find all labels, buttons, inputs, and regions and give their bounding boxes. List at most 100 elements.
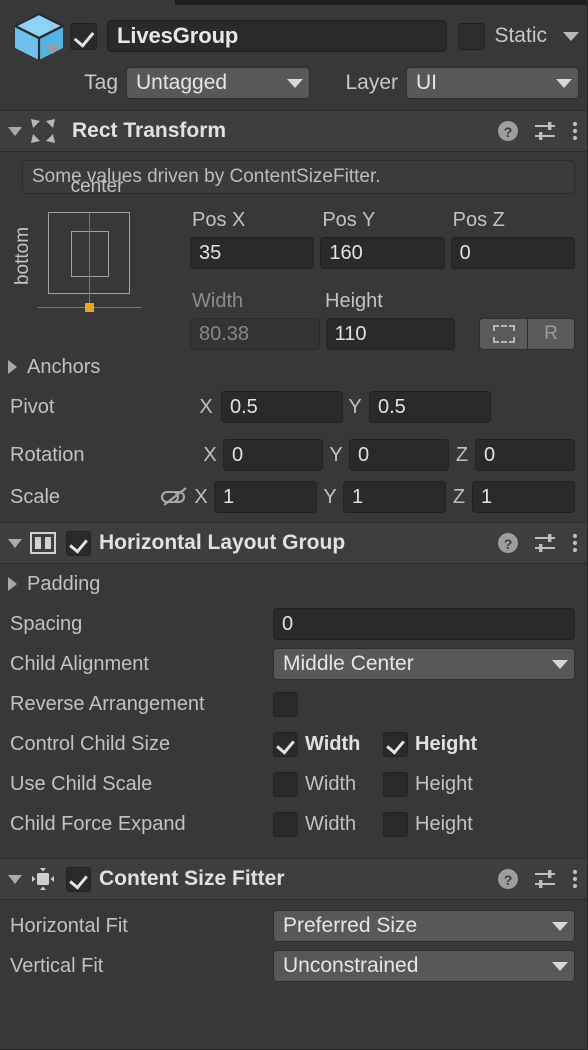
pos-z-label: Pos Z (452, 209, 505, 231)
chevron-down-icon (552, 921, 568, 931)
help-icon[interactable]: ? (497, 868, 519, 890)
rect-mode-buttons: R (455, 318, 576, 350)
rotation-label: Rotation (10, 443, 85, 466)
content-size-fitter-header[interactable]: Content Size Fitter ? (0, 858, 587, 900)
horizontal-fit-label: Horizontal Fit (10, 914, 128, 937)
child-force-expand-height-checkbox[interactable] (383, 811, 408, 837)
pivot-y-value: 0.5 (378, 395, 406, 418)
rotation-x-input[interactable]: 0 (223, 439, 323, 471)
use-child-scale-height-label: Height (415, 772, 473, 795)
pos-y-input[interactable]: 160 (320, 237, 445, 269)
content-size-fitter-foldout[interactable] (4, 858, 26, 900)
pivot-row: Pivot X 0.5 Y 0.5 (0, 386, 587, 428)
pivot-x-input[interactable]: 0.5 (221, 391, 343, 423)
gameobject-enabled-checkbox[interactable] (70, 22, 97, 50)
control-child-size-height-checkbox[interactable] (383, 731, 408, 757)
scale-z-input[interactable]: 1 (472, 481, 575, 513)
pos-z-input[interactable]: 0 (450, 237, 575, 269)
child-alignment-dropdown[interactable]: Middle Center (273, 648, 575, 680)
scale-y-input[interactable]: 1 (343, 481, 446, 513)
control-child-size-width-checkbox[interactable] (273, 731, 298, 757)
spacing-input[interactable]: 0 (273, 608, 575, 640)
width-label: Width (192, 290, 244, 312)
padding-foldout-row[interactable]: Padding (0, 564, 587, 604)
preset-sliders-icon[interactable] (533, 532, 557, 554)
pivot-x-axis: X (199, 395, 213, 418)
horizontal-layout-group-tools: ? (497, 532, 579, 554)
use-child-scale-width-checkbox[interactable] (273, 771, 298, 797)
width-input[interactable]: 80.38 (190, 318, 320, 350)
static-dropdown-caret-icon[interactable] (563, 31, 579, 41)
horizontal-layout-group-enabled-checkbox[interactable] (66, 530, 91, 556)
use-child-scale-row: Use Child Scale Width Height (0, 764, 587, 804)
scale-z-value: 1 (481, 485, 493, 508)
horizontal-layout-group-header[interactable]: Horizontal Layout Group ? (0, 522, 587, 564)
layer-label: Layer (345, 71, 398, 94)
horizontal-layout-group-foldout[interactable] (4, 522, 26, 564)
control-child-size-width-label: Width (305, 732, 361, 755)
anchor-preset-outer-rect (38, 212, 142, 312)
child-force-expand-row: Child Force Expand Width Height (0, 804, 587, 844)
pivot-y-input[interactable]: 0.5 (369, 391, 491, 423)
vertical-fit-dropdown[interactable]: Unconstrained (273, 950, 575, 982)
link-off-icon[interactable] (160, 485, 190, 509)
raw-mode-label: R (544, 323, 558, 344)
anchor-preset-side-label: bottom (12, 226, 33, 286)
content-size-fitter-enabled-checkbox[interactable] (66, 866, 91, 892)
preset-sliders-icon[interactable] (533, 120, 557, 142)
spacing-row: Spacing 0 (0, 604, 587, 644)
size-headers: Width Height (190, 279, 575, 313)
rotation-x-axis: X (203, 443, 217, 466)
anchors-foldout-row[interactable]: Anchors (0, 348, 587, 386)
rect-transform-foldout[interactable] (4, 110, 26, 152)
gameobject-icon-group[interactable] (8, 12, 70, 60)
child-force-expand-width-checkbox[interactable] (273, 811, 298, 837)
horizontal-fit-row: Horizontal Fit Preferred Size (0, 906, 587, 946)
rect-transform-tools: ? (497, 120, 579, 142)
gameobject-name-input[interactable]: LivesGroup (107, 20, 448, 52)
scale-x-axis: X (194, 485, 208, 508)
use-child-scale-height-checkbox[interactable] (383, 771, 408, 797)
raw-mode-button[interactable]: R (527, 318, 576, 350)
help-icon[interactable]: ? (497, 120, 519, 142)
anchor-preset-widget[interactable]: center bottom (12, 176, 164, 330)
height-input[interactable]: 110 (325, 318, 456, 350)
tag-label: Tag (84, 71, 118, 94)
child-alignment-row: Child Alignment Middle Center (0, 644, 587, 684)
reverse-arrangement-checkbox[interactable] (273, 691, 298, 717)
icon-dropdown-caret-icon[interactable] (46, 46, 60, 54)
tag-dropdown[interactable]: Untagged (126, 67, 310, 99)
preset-sliders-icon[interactable] (533, 868, 557, 890)
rotation-z-input[interactable]: 0 (475, 439, 575, 471)
horizontal-fit-dropdown[interactable]: Preferred Size (273, 910, 575, 942)
scale-x-input[interactable]: 1 (214, 481, 317, 513)
pos-x-input[interactable]: 35 (190, 237, 315, 269)
pos-y-value: 160 (329, 241, 363, 264)
kebab-menu-icon[interactable] (571, 532, 579, 554)
kebab-menu-icon[interactable] (571, 868, 579, 890)
rect-transform-header[interactable]: Rect Transform ? (0, 110, 587, 152)
chevron-down-icon (552, 961, 568, 971)
static-checkbox[interactable] (458, 22, 486, 50)
blueprint-mode-button[interactable] (479, 318, 528, 350)
inspector-panel: LivesGroup Static Tag Untagged Layer UI (0, 0, 588, 1050)
padding-label: Padding (27, 572, 101, 595)
horizontal-layout-group-title: Horizontal Layout Group (99, 531, 346, 554)
kebab-menu-icon[interactable] (571, 120, 579, 142)
width-value: 80.38 (199, 322, 250, 345)
use-child-scale-label: Use Child Scale (10, 772, 153, 795)
tag-layer-row: Tag Untagged Layer UI (0, 64, 587, 102)
blueprint-icon (492, 325, 515, 343)
height-value: 110 (334, 322, 367, 345)
reverse-arrangement-row: Reverse Arrangement (0, 684, 587, 724)
layer-value: UI (416, 71, 437, 94)
layer-dropdown[interactable]: UI (406, 67, 579, 99)
rotation-y-input[interactable]: 0 (349, 439, 449, 471)
help-icon[interactable]: ? (497, 532, 519, 554)
pivot-y-axis: Y (348, 395, 362, 418)
size-values: 80.38 110 R (190, 316, 576, 352)
rotation-z-value: 0 (484, 443, 496, 466)
pos-z-value: 0 (459, 241, 471, 264)
triangle-down-icon (8, 538, 22, 548)
rotation-x-value: 0 (232, 443, 244, 466)
